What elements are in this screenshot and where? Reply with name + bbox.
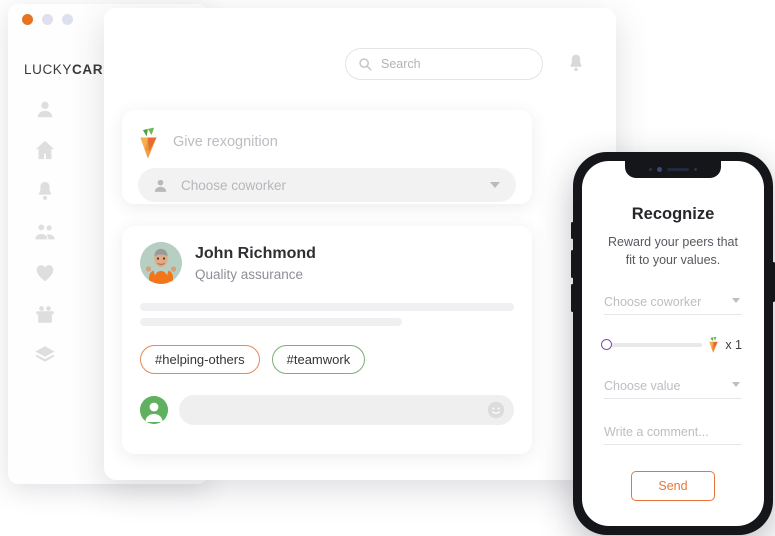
tag-teamwork[interactable]: #teamwork [271, 345, 366, 374]
search-input[interactable]: Search [345, 48, 543, 80]
bell-icon [570, 54, 582, 72]
gift-icon [36, 306, 54, 323]
window-traffic-lights [22, 14, 73, 25]
post-header: John Richmond Quality assurance [140, 242, 514, 284]
speaker-grille [667, 168, 689, 171]
sidebar-item-profile[interactable] [34, 98, 56, 120]
phone-volume-down-button [571, 284, 574, 312]
post-body-skeleton [140, 303, 514, 326]
screenshot-root: LUCKYCARROT Search Give rexognition Choo… [0, 0, 775, 536]
phone-comment-placeholder: Write a comment... [604, 424, 709, 439]
sidebar-item-rewards[interactable] [34, 303, 56, 325]
comment-input[interactable] [179, 395, 514, 425]
phone-screen: Recognize Reward your peers that fit to … [582, 161, 764, 526]
carrot-amount-slider[interactable]: x 1 [601, 336, 742, 354]
tag-helping-others[interactable]: #helping-others [140, 345, 260, 374]
sidebar-nav [30, 98, 60, 366]
smiley-icon[interactable] [487, 401, 505, 424]
sidebar-item-notifications[interactable] [34, 180, 56, 202]
people-icon [35, 224, 55, 240]
avatar[interactable] [140, 242, 182, 284]
phone-volume-up-button [571, 250, 574, 278]
send-button[interactable]: Send [631, 471, 715, 502]
chevron-down-icon [732, 382, 740, 388]
phone-comment-input[interactable]: Write a comment... [604, 419, 742, 446]
slider-thumb[interactable] [601, 338, 612, 350]
smiley-glyph [487, 401, 505, 419]
carrot-icon [140, 127, 157, 159]
phone-value-select[interactable]: Choose value [604, 373, 742, 400]
recognition-composer-card: Give rexognition Choose coworker [122, 110, 532, 204]
sidebar-item-catalog[interactable] [34, 344, 56, 366]
post-tag-list: #helping-others #teamwork [140, 345, 514, 374]
skeleton-line [140, 303, 514, 311]
page-subtitle: Reward your peers that fit to your value… [608, 235, 738, 268]
sidebar-item-home[interactable] [34, 139, 56, 161]
camera-dot [657, 167, 662, 172]
sidebar-item-team[interactable] [34, 221, 56, 243]
maximize-dot[interactable] [62, 14, 73, 25]
recognize-form: Recognize Reward your peers that fit to … [582, 161, 764, 502]
comment-row [140, 395, 514, 425]
post-author-name: John Richmond [195, 245, 316, 262]
home-icon [35, 140, 55, 160]
heart-icon [36, 265, 54, 282]
chevron-down-icon [490, 182, 500, 188]
phone-value-placeholder: Choose value [604, 378, 681, 393]
post-author-role: Quality assurance [195, 267, 304, 282]
person-icon [37, 101, 53, 118]
carrot-count-label: x 1 [725, 337, 742, 352]
sensor-dot [649, 168, 652, 171]
user-photo-avatar [140, 242, 182, 284]
chevron-down-icon [732, 298, 740, 304]
coworker-select-placeholder: Choose coworker [181, 177, 287, 193]
minimize-dot[interactable] [42, 14, 53, 25]
close-dot[interactable] [22, 14, 33, 25]
bell-icon [38, 181, 52, 200]
search-icon [359, 58, 372, 71]
notification-bell-button[interactable] [566, 52, 586, 79]
sensor-dot [694, 168, 697, 171]
layers-icon [35, 346, 55, 362]
slider-track[interactable] [601, 338, 703, 350]
person-avatar [140, 396, 168, 424]
app-header: Search [104, 8, 616, 100]
phone-coworker-select[interactable]: Choose coworker [604, 289, 742, 316]
sidebar-item-favorites[interactable] [34, 262, 56, 284]
phone-coworker-placeholder: Choose coworker [604, 294, 702, 309]
send-button-wrap: Send [604, 471, 742, 502]
composer-message-placeholder: Give rexognition [173, 134, 278, 150]
skeleton-line [140, 318, 402, 326]
phone-silent-switch [571, 222, 574, 239]
coworker-select[interactable]: Choose coworker [138, 168, 516, 202]
carrot-icon [709, 336, 719, 354]
composer-message-row[interactable]: Give rexognition [138, 124, 516, 160]
phone-mockup: Recognize Reward your peers that fit to … [571, 152, 775, 535]
recognition-post-card: John Richmond Quality assurance #helping… [122, 226, 532, 454]
phone-notch [625, 161, 721, 178]
post-author-block: John Richmond Quality assurance [195, 244, 316, 282]
app-window-main: Search Give rexognition Choose coworker … [104, 8, 616, 480]
page-title: Recognize [631, 205, 715, 223]
person-icon [154, 179, 167, 192]
search-placeholder: Search [381, 57, 421, 71]
avatar[interactable] [140, 396, 168, 424]
